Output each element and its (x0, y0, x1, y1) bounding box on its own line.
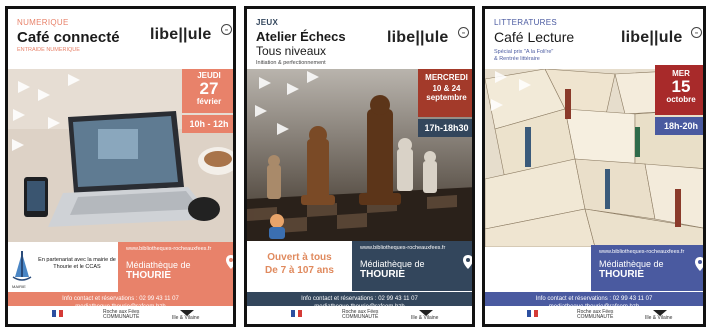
libellule-logo: libe||ule (621, 29, 683, 46)
venue-url[interactable]: www.bibliotheques-rocheauxfees.fr (118, 242, 233, 252)
logo-badge-icon: m (458, 27, 469, 38)
mairie-label: MAIRIE (12, 284, 26, 289)
contact-phone: Info contact et réservations : 02 99 43 … (535, 296, 653, 302)
roche-aux-fees-logo: Roche aux Fées COMMUNAUTÉ (103, 310, 139, 320)
cc-sub: COMMUNAUTÉ (577, 314, 614, 320)
partner-block: MAIRIE En partenariat avec la mairie de … (8, 242, 118, 292)
venue-line1: Médiathèque de (360, 259, 425, 269)
contact-phone: Info contact et réservations : 02 99 43 … (62, 296, 179, 302)
cc-sub: COMMUNAUTÉ (342, 314, 379, 320)
french-republic-flag-icon (291, 310, 302, 317)
event-time: 17h-18h30 (418, 119, 472, 137)
venue-url[interactable]: www.bibliotheques-rocheauxfees.fr (591, 245, 703, 255)
poster-atelier-echecs[interactable]: JEUX Atelier Échecs Tous niveaux Initiat… (244, 6, 475, 327)
date-day: 10 & 24 (432, 84, 461, 93)
date-month: septembre (426, 93, 467, 102)
libellule-logo: libe||ule (150, 26, 212, 43)
mairie-logo-icon (12, 251, 32, 281)
poster-subtitle-2: & Rentrée littéraire (494, 56, 540, 62)
map-pin-icon (226, 255, 233, 269)
venue-line2: THOURIE (599, 269, 644, 280)
event-time: 10h - 12h (189, 119, 229, 129)
poster-header: JEUX Atelier Échecs Tous niveaux Initiat… (247, 9, 472, 69)
date-day: 27 (199, 79, 219, 98)
audience-block: Ouvert à tous De 7 à 107 ans (247, 241, 352, 291)
venue-url[interactable]: www.bibliotheques-rocheauxfees.fr (352, 241, 472, 251)
date-month: février (196, 97, 222, 106)
event-time: 18h-20h (655, 117, 703, 135)
venue-line1: Médiathèque de (126, 260, 191, 270)
french-republic-flag-icon (52, 310, 63, 317)
poster-subtitle-1: Spécial prix "A la Foli're" (494, 49, 554, 55)
poster-footer: Roche aux Fées COMMUNAUTÉ Ille & Vilaine (485, 306, 703, 324)
poster-header: NUMERIQUE Café connecté ENTRAIDE NUMERIQ… (8, 9, 233, 69)
audience-line1: Ouvert à tous (267, 252, 332, 263)
poster-footer: Roche aux Fées COMMUNAUTÉ Ille & Vilaine (247, 306, 472, 324)
venue-line2: THOURIE (360, 269, 405, 280)
poster-footer: Roche aux Fées COMMUNAUTÉ Ille & Vilaine (8, 306, 233, 324)
poster-header: LITTERATURES Café Lecture Spécial prix "… (485, 9, 703, 69)
roche-aux-fees-logo: Roche aux Fées COMMUNAUTÉ (577, 310, 613, 320)
libellule-logo: libe||ule (387, 29, 449, 46)
french-republic-flag-icon (527, 310, 538, 317)
event-date: MER 15 octobre (655, 65, 703, 115)
poster-category: LITTERATURES (494, 18, 558, 27)
ille-et-vilaine-icon (653, 310, 667, 316)
logo-badge-icon: m (221, 24, 232, 35)
date-day: 15 (671, 77, 691, 96)
poster-cafe-lecture[interactable]: LITTERATURES Café Lecture Spécial prix "… (482, 6, 706, 327)
venue-block: www.bibliotheques-rocheauxfees.fr Médiat… (118, 242, 233, 292)
logo-badge-icon: m (691, 27, 702, 38)
date-day-name: MERCREDI (425, 73, 468, 82)
poster-category: NUMERIQUE (17, 18, 69, 27)
ille-et-vilaine-icon (419, 310, 433, 316)
poster-category: JEUX (256, 18, 279, 27)
poster-title: Café Lecture (494, 29, 575, 45)
audience-line2: De 7 à 107 ans (265, 265, 334, 276)
event-date: JEUDI 27 février (182, 67, 233, 113)
poster-title-2: Tous niveaux (256, 44, 327, 58)
contact-phone: Info contact et réservations : 02 99 43 … (301, 296, 418, 302)
poster-subtitle: ENTRAIDE NUMERIQUE (17, 47, 80, 53)
poster-cafe-connecte[interactable]: NUMERIQUE Café connecté ENTRAIDE NUMERIQ… (5, 6, 236, 327)
date-month: octobre (666, 95, 696, 104)
ille-et-vilaine-icon (180, 310, 194, 316)
map-pin-icon (695, 257, 703, 271)
venue-block: www.bibliotheques-rocheauxfees.fr Médiat… (591, 245, 703, 291)
poster-title: Atelier Échecs (256, 29, 346, 44)
venue-block: www.bibliotheques-rocheauxfees.fr Médiat… (352, 241, 472, 291)
roche-aux-fees-logo: Roche aux Fées COMMUNAUTÉ (342, 310, 378, 320)
partner-text: En partenariat avec la mairie de Thourie… (38, 257, 116, 270)
poster-subtitle: Initiation & perfectionnement (256, 60, 326, 66)
event-date: MERCREDI 10 & 24 septembre (418, 69, 472, 117)
cc-sub: COMMUNAUTÉ (103, 314, 140, 320)
venue-line1: Médiathèque de (599, 259, 664, 269)
map-pin-icon (463, 255, 472, 269)
venue-line2: THOURIE (126, 270, 171, 281)
poster-title: Café connecté (17, 29, 120, 46)
